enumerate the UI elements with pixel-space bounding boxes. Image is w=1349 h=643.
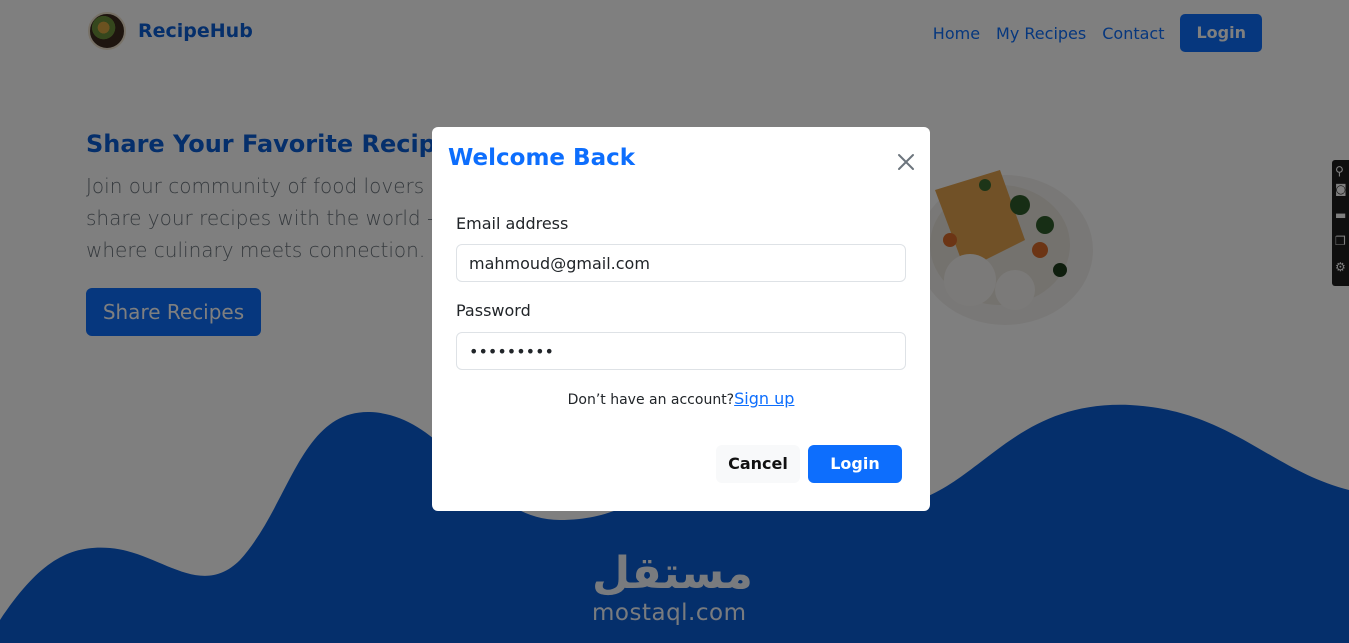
login-modal: Welcome Back Email address Password Don’… bbox=[432, 127, 930, 511]
close-icon[interactable] bbox=[894, 150, 918, 174]
email-label: Email address bbox=[456, 214, 569, 233]
cancel-button[interactable]: Cancel bbox=[716, 445, 800, 483]
signup-link[interactable]: Sign up bbox=[734, 389, 794, 408]
modal-title: Welcome Back bbox=[448, 145, 636, 171]
login-button[interactable]: Login bbox=[808, 445, 902, 483]
signup-line: Don’t have an account?Sign up bbox=[432, 389, 930, 408]
password-field[interactable] bbox=[456, 332, 906, 370]
signup-prompt: Don’t have an account? bbox=[567, 392, 735, 408]
email-field[interactable] bbox=[456, 244, 906, 282]
password-label: Password bbox=[456, 301, 531, 320]
